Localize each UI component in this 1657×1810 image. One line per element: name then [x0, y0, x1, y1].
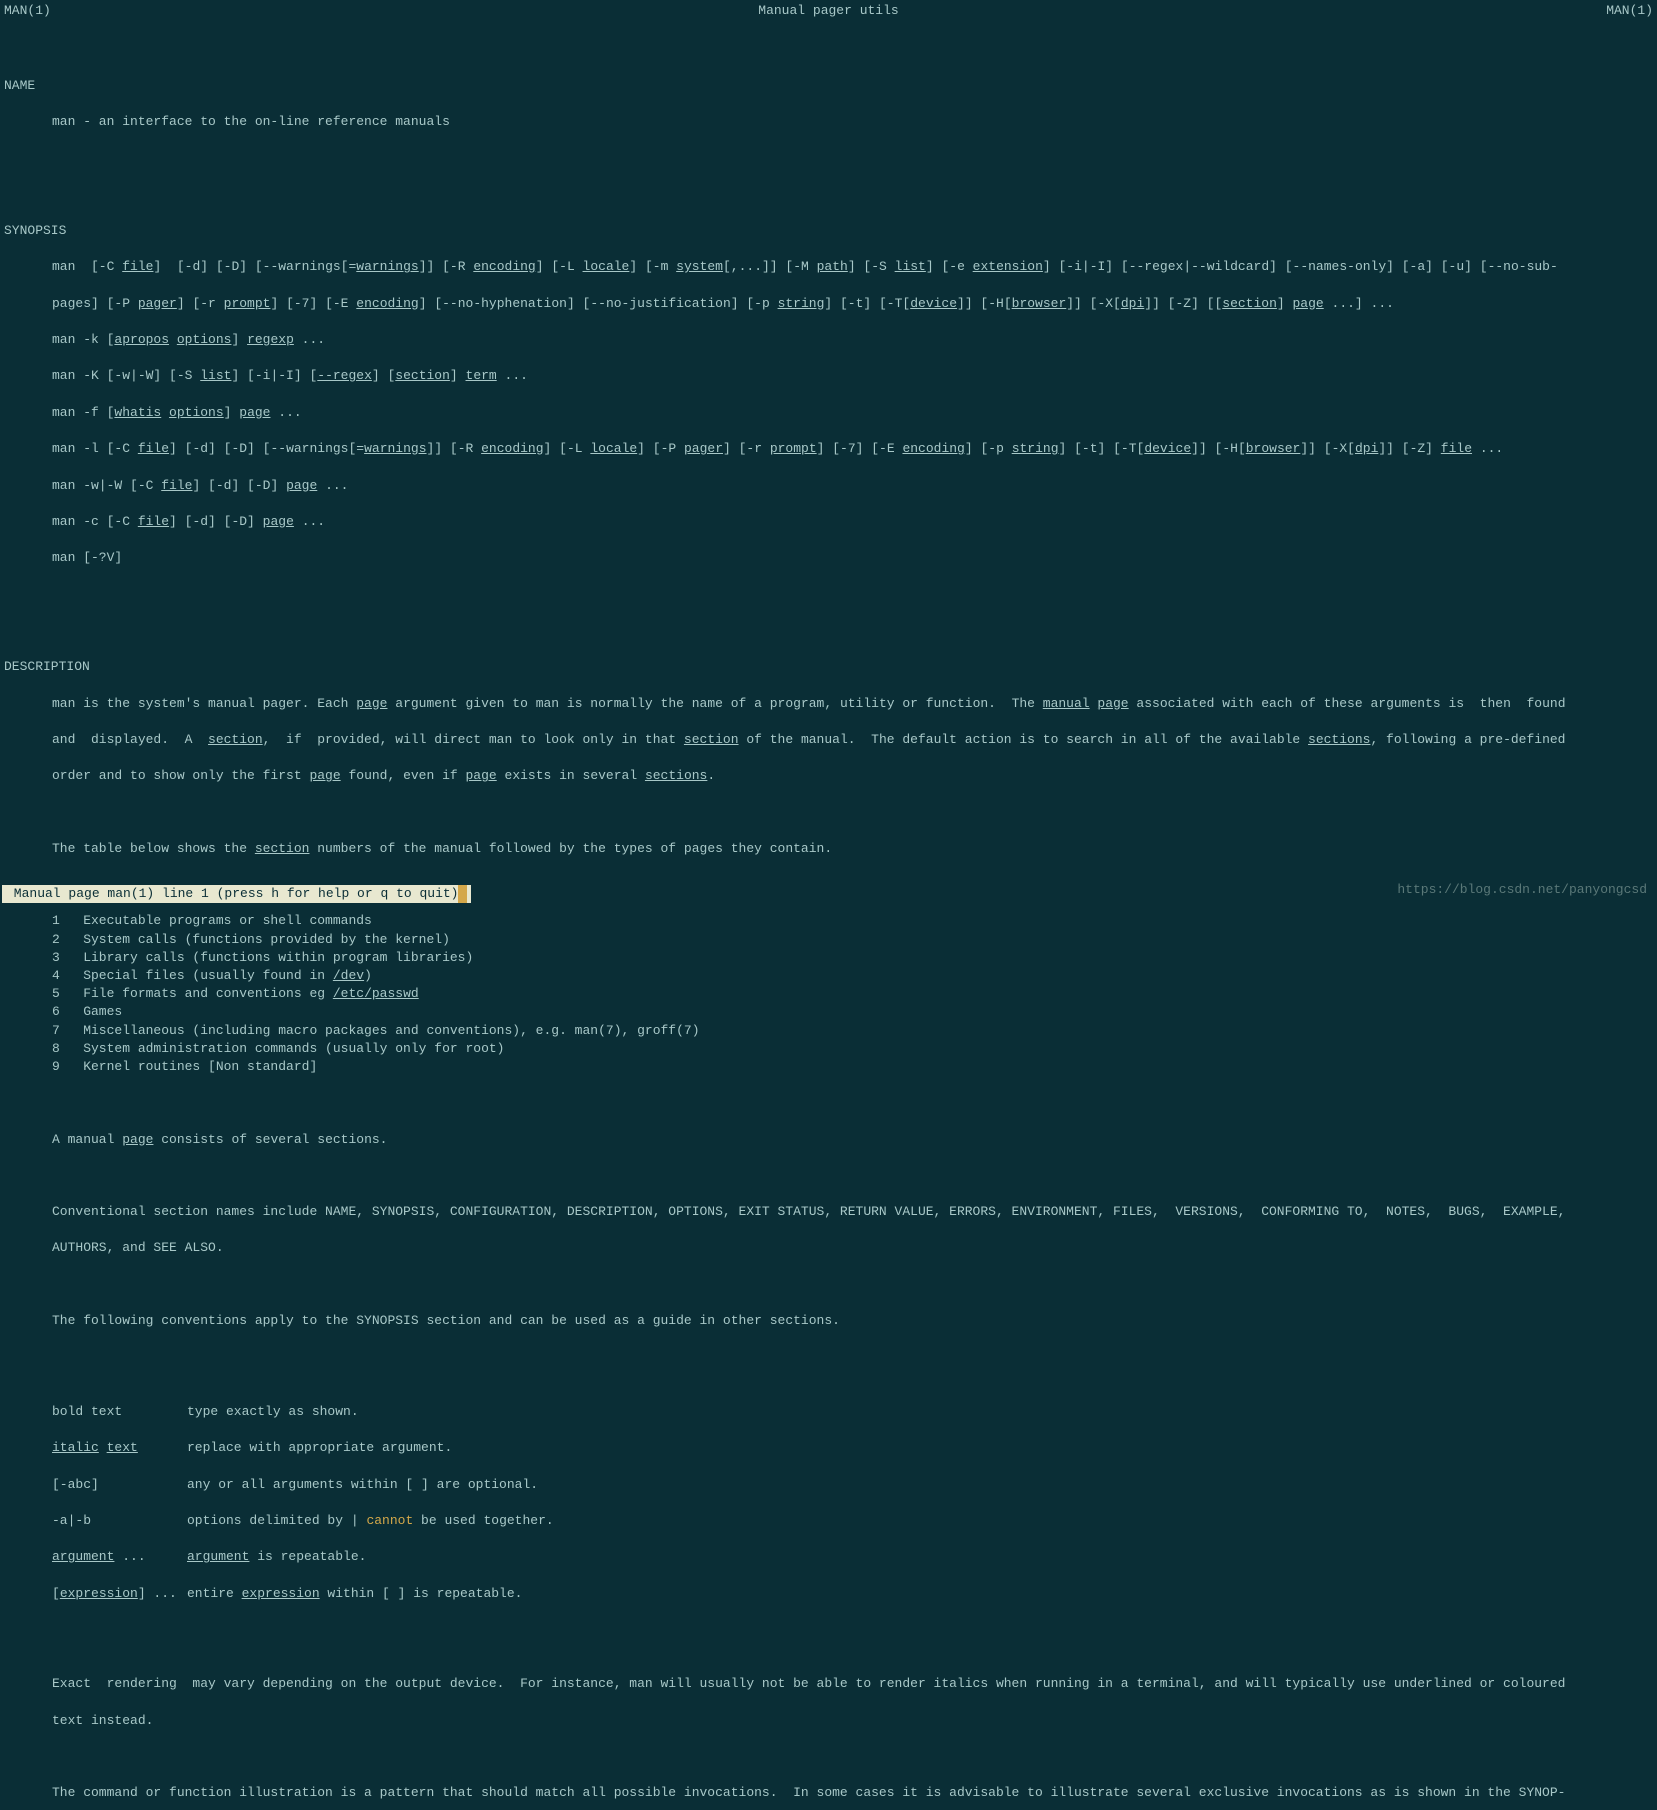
- desc-p4: The table below shows the section number…: [4, 840, 1653, 858]
- section-name-heading: NAME: [4, 77, 1653, 95]
- section-description-heading: DESCRIPTION: [4, 658, 1653, 676]
- section-list-row: 7 Miscellaneous (including macro package…: [4, 1022, 1653, 1040]
- desc-p2: and displayed. A section, if provided, w…: [4, 731, 1653, 749]
- pager-status-bar[interactable]: Manual page man(1) line 1 (press h for h…: [2, 885, 471, 903]
- desc-p5: A manual page consists of several sectio…: [4, 1131, 1653, 1149]
- desc-p6a: Conventional section names include NAME,…: [4, 1203, 1653, 1221]
- conv-row-2: italic textreplace with appropriate argu…: [4, 1439, 1653, 1457]
- synopsis-line-2: pages] [-P pager] [-r prompt] [-7] [-E e…: [4, 295, 1653, 313]
- desc-p7: The following conventions apply to the S…: [4, 1312, 1653, 1330]
- desc-p3: order and to show only the first page fo…: [4, 767, 1653, 785]
- synopsis-line-6: man -l [-C file] [-d] [-D] [--warnings[=…: [4, 440, 1653, 458]
- section-list-row: 4 Special files (usually found in /dev): [4, 967, 1653, 985]
- conv-row-3: [-abc]any or all arguments within [ ] ar…: [4, 1476, 1653, 1494]
- synopsis-line-4: man -K [-w|-W] [-S list] [-i|-I] [--rege…: [4, 367, 1653, 385]
- desc-p8a: Exact rendering may vary depending on th…: [4, 1675, 1653, 1693]
- header-right: MAN(1): [1606, 2, 1653, 20]
- section-list-row: 2 System calls (functions provided by th…: [4, 931, 1653, 949]
- header-left: MAN(1): [4, 2, 51, 20]
- conv-row-1: bold texttype exactly as shown.: [4, 1403, 1653, 1421]
- synopsis-line-7: man -w|-W [-C file] [-d] [-D] page ...: [4, 477, 1653, 495]
- manpage-content[interactable]: NAME man - an interface to the on-line r…: [0, 40, 1657, 1810]
- desc-p8b: text instead.: [4, 1712, 1653, 1730]
- conv-row-5: argument ...argument is repeatable.: [4, 1548, 1653, 1566]
- desc-p6b: AUTHORS, and SEE ALSO.: [4, 1239, 1653, 1257]
- synopsis-line-3: man -k [apropos options] regexp ...: [4, 331, 1653, 349]
- section-number-table: 1 Executable programs or shell commands2…: [4, 912, 1653, 1076]
- conv-row-4: -a|-boptions delimited by | cannot be us…: [4, 1512, 1653, 1530]
- header-center: Manual pager utils: [51, 2, 1606, 20]
- synopsis-line-5: man -f [whatis options] page ...: [4, 404, 1653, 422]
- desc-p9a: The command or function illustration is …: [4, 1784, 1653, 1802]
- section-list-row: 6 Games: [4, 1003, 1653, 1021]
- section-list-row: 8 System administration commands (usuall…: [4, 1040, 1653, 1058]
- synopsis-line-9: man [-?V]: [4, 549, 1653, 567]
- manpage-header: MAN(1) Manual pager utils MAN(1): [0, 0, 1657, 22]
- section-synopsis-heading: SYNOPSIS: [4, 222, 1653, 240]
- synopsis-line-1: man [-C file] [-d] [-D] [--warnings[=war…: [4, 258, 1653, 276]
- conv-row-6: [expression] ...entire expression within…: [4, 1585, 1653, 1603]
- section-list-row: 1 Executable programs or shell commands: [4, 912, 1653, 930]
- name-body: man - an interface to the on-line refere…: [4, 113, 1653, 131]
- section-list-row: 5 File formats and conventions eg /etc/p…: [4, 985, 1653, 1003]
- section-list-row: 3 Library calls (functions within progra…: [4, 949, 1653, 967]
- desc-p1: man is the system's manual pager. Each p…: [4, 695, 1653, 713]
- section-list-row: 9 Kernel routines [Non standard]: [4, 1058, 1653, 1076]
- synopsis-line-8: man -c [-C file] [-d] [-D] page ...: [4, 513, 1653, 531]
- watermark: https://blog.csdn.net/panyongcsd: [1397, 881, 1647, 899]
